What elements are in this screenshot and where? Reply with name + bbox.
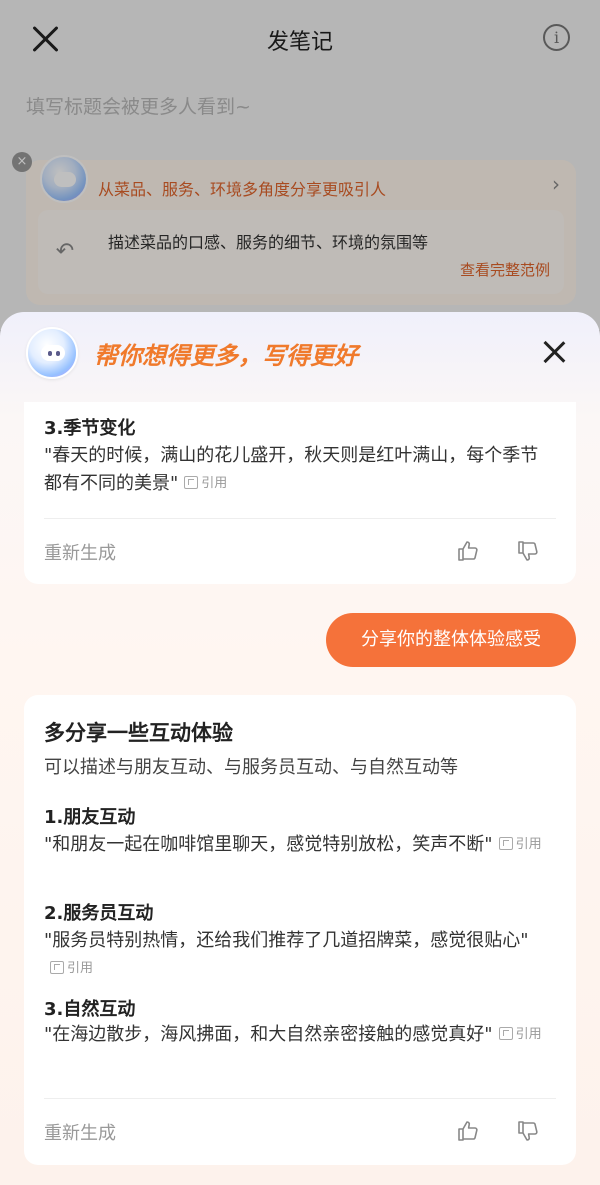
quote-button[interactable]: 引用 xyxy=(498,1021,542,1049)
prompt-chip-button[interactable]: 分享你的整体体验感受 xyxy=(326,613,576,667)
card-subheading: 可以描述与朋友互动、与服务员互动、与自然互动等 xyxy=(44,757,458,778)
quote-icon xyxy=(498,1027,513,1040)
quote-button[interactable]: 引用 xyxy=(498,831,542,859)
quote-icon xyxy=(50,961,64,974)
regenerate-button[interactable]: 重新生成 xyxy=(44,539,116,565)
assistant-avatar xyxy=(26,327,78,379)
card-heading: 多分享一些互动体验 xyxy=(44,721,233,745)
item-title: 1.朋友互动 xyxy=(44,807,136,828)
thumbs-down-icon[interactable] xyxy=(516,1119,540,1143)
item-body: "春天的时候，满山的花儿盛开，秋天则是红叶满山，每个季节都有不同的美景" 引用 xyxy=(44,442,556,498)
suggestion-card: 多分享一些互动体验 可以描述与朋友互动、与服务员互动、与自然互动等 1.朋友互动… xyxy=(24,695,576,1165)
item-title: 3.自然互动 xyxy=(44,999,136,1020)
item-body: "和朋友一起在咖啡馆里聊天，感觉特别放松，笑声不断" 引用 xyxy=(44,831,556,859)
divider xyxy=(44,1098,556,1099)
divider xyxy=(44,518,556,519)
suggestion-card: 3.季节变化 "春天的时候，满山的花儿盛开，秋天则是红叶满山，每个季节都有不同的… xyxy=(24,402,576,584)
overlay-dim xyxy=(0,0,600,330)
sheet-title: 帮你想得更多，写得更好 xyxy=(94,342,358,370)
thumbs-up-icon[interactable] xyxy=(456,539,480,563)
quote-button[interactable]: 引用 xyxy=(50,955,93,983)
item-body: "在海边散步，海风拂面，和大自然亲密接触的感觉真好" 引用 xyxy=(44,1021,556,1049)
thumbs-down-icon[interactable] xyxy=(516,539,540,563)
regenerate-button[interactable]: 重新生成 xyxy=(44,1119,116,1145)
item-body: "服务员特别热情，还给我们推荐了几道招牌菜，感觉很贴心"引用 xyxy=(44,927,556,983)
item-title: 2.服务员互动 xyxy=(44,903,154,924)
quote-icon xyxy=(498,837,513,850)
item-title: 3.季节变化 xyxy=(44,418,136,439)
close-icon[interactable] xyxy=(542,340,566,364)
quote-button[interactable]: 引用 xyxy=(184,470,227,498)
thumbs-up-icon[interactable] xyxy=(456,1119,480,1143)
quote-icon xyxy=(184,476,199,489)
